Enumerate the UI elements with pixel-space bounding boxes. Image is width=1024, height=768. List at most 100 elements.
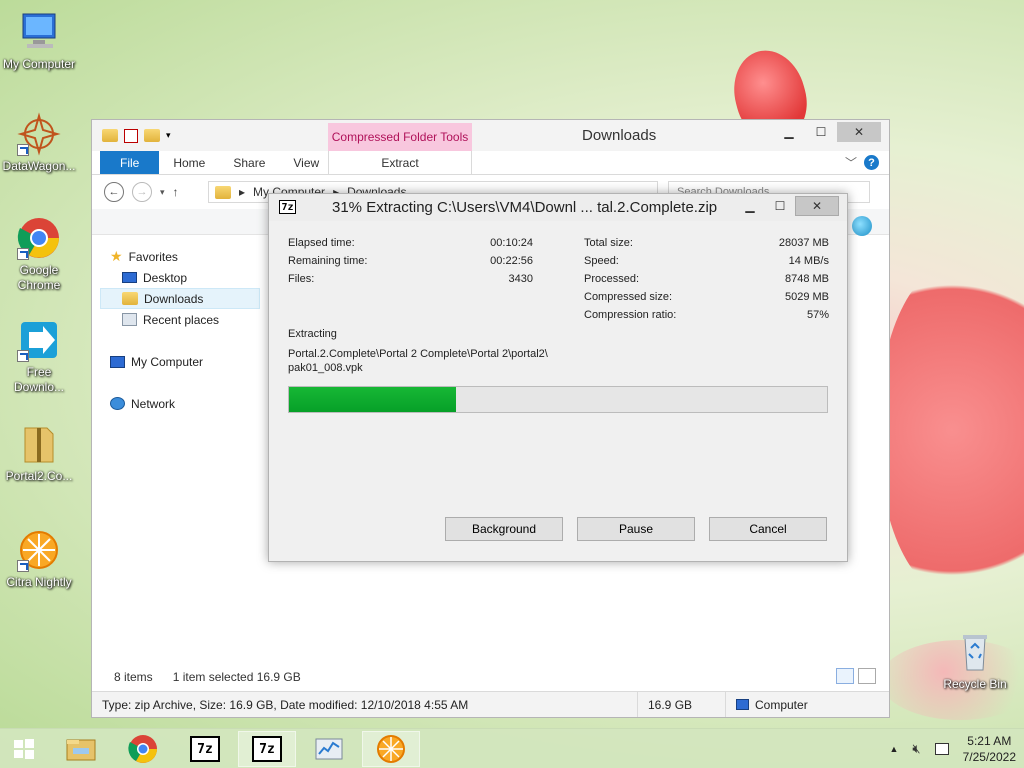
file-explorer-icon bbox=[66, 739, 96, 761]
start-button[interactable] bbox=[0, 731, 48, 767]
system-tray: ▲ 🔇︎ 5:21 AM 7/25/2022 bbox=[889, 729, 1016, 768]
forward-button[interactable]: → bbox=[132, 182, 152, 202]
maximize-button[interactable]: ☐ bbox=[805, 122, 837, 142]
stat-label: Elapsed time: bbox=[288, 237, 355, 249]
stat-label: Compression ratio: bbox=[584, 309, 677, 321]
nav-label: Desktop bbox=[143, 270, 188, 285]
stat-value: 5029 MB bbox=[784, 291, 829, 303]
nav-network[interactable]: Network bbox=[100, 393, 260, 414]
windows-logo-icon bbox=[14, 739, 34, 759]
desktop-icon-label: Recycle Bin bbox=[943, 677, 1007, 691]
current-file-path: Portal.2.Complete\Portal 2 Complete\Port… bbox=[288, 348, 548, 360]
dialog-titlebar[interactable]: 7z 31% Extracting C:\Users\VM4\Downl ...… bbox=[269, 194, 847, 221]
clock[interactable]: 5:21 AM 7/25/2022 bbox=[963, 733, 1016, 765]
taskbar-task-manager[interactable] bbox=[300, 731, 358, 767]
desktop-icon-label: Citra Nightly bbox=[6, 575, 72, 589]
nav-my-computer[interactable]: My Computer bbox=[100, 351, 260, 372]
pause-button[interactable]: Pause bbox=[577, 517, 695, 541]
folder-icon bbox=[215, 185, 231, 199]
close-button[interactable]: ✕ bbox=[795, 196, 839, 216]
explorer-titlebar[interactable]: ▾ Compressed Folder Tools Downloads ▁ ☐ … bbox=[92, 120, 889, 151]
back-button[interactable]: ← bbox=[104, 182, 124, 202]
stat-total-size: Total size: 28037 MB bbox=[584, 237, 829, 249]
extract-progress-dialog[interactable]: 7z 31% Extracting C:\Users\VM4\Downl ...… bbox=[268, 193, 848, 562]
context-tab-compressed-folder-tools[interactable]: Compressed Folder Tools bbox=[328, 123, 472, 151]
desktop-icon-citra-nightly[interactable]: Citra Nightly bbox=[0, 528, 78, 590]
file-size: 16.9 GB bbox=[638, 692, 726, 717]
expand-ribbon-icon[interactable]: ﹀ bbox=[845, 154, 857, 171]
nav-downloads[interactable]: Downloads bbox=[100, 288, 260, 309]
qat-dropdown-icon[interactable]: ▾ bbox=[166, 130, 171, 141]
desktop-icon-recycle-bin[interactable]: Recycle Bin bbox=[936, 630, 1014, 692]
clock-date: 7/25/2022 bbox=[962, 750, 1016, 764]
large-icons-view-icon[interactable] bbox=[858, 668, 876, 684]
stat-elapsed-time: Elapsed time: 00:10:24 bbox=[288, 237, 533, 249]
stat-value: 57% bbox=[806, 309, 829, 321]
7zip-icon: 7z bbox=[279, 200, 296, 214]
taskbar-google-chrome[interactable] bbox=[114, 731, 172, 767]
maximize-button[interactable]: ☐ bbox=[765, 196, 795, 216]
tab-share[interactable]: Share bbox=[219, 151, 279, 174]
desktop-icon-label: Portal2.Co... bbox=[5, 469, 73, 483]
chrome-icon bbox=[128, 735, 157, 763]
dialog-window-controls: ▁ ☐ ✕ bbox=[735, 196, 839, 216]
properties-icon[interactable] bbox=[124, 128, 138, 143]
up-button[interactable]: ↑ bbox=[173, 185, 179, 199]
taskbar-7zip-active[interactable]: 7z bbox=[238, 731, 296, 767]
downloads-folder-icon bbox=[122, 292, 138, 305]
folder-zip-icon bbox=[17, 422, 61, 466]
desktop-icon-google-chrome[interactable]: Google Chrome bbox=[0, 216, 78, 293]
navigation-pane: ★ Favorites Desktop Downloads Recent pla… bbox=[100, 246, 260, 414]
window-title: Downloads bbox=[582, 127, 657, 144]
desktop-icon-label: Free Downlo... bbox=[13, 365, 65, 394]
nav-label: Network bbox=[131, 396, 176, 411]
dialog-title: 31% Extracting C:\Users\VM4\Downl ... ta… bbox=[332, 199, 718, 216]
tab-view[interactable]: View bbox=[279, 151, 333, 174]
desktop-icon-my-computer[interactable]: My Computer bbox=[0, 10, 78, 72]
nav-favorites[interactable]: ★ Favorites bbox=[100, 246, 260, 267]
7zip-icon: 7z bbox=[190, 736, 220, 762]
new-folder-icon[interactable] bbox=[144, 129, 160, 142]
volume-muted-icon[interactable]: 🔇︎ bbox=[912, 741, 920, 757]
desktop-icon-label: DataWagon... bbox=[2, 159, 76, 173]
network-icon[interactable] bbox=[934, 743, 949, 755]
ribbon-tabs: File Home Share View Extract ﹀ ? bbox=[92, 151, 889, 175]
recycle-bin-icon bbox=[953, 630, 997, 674]
folder-icon[interactable] bbox=[102, 129, 118, 142]
taskbar-7zip[interactable]: 7z bbox=[176, 731, 234, 767]
7zip-icon: 7z bbox=[252, 736, 282, 762]
stat-label: Processed: bbox=[584, 273, 640, 285]
tab-home[interactable]: Home bbox=[159, 151, 219, 174]
details-status-bar: Type: zip Archive, Size: 16.9 GB, Date m… bbox=[92, 691, 889, 717]
taskbar: 7z 7z ▲ 🔇︎ 5:21 AM 7/25/2022 bbox=[0, 728, 1024, 768]
close-button[interactable]: ✕ bbox=[837, 122, 881, 142]
desktop-icon-portal2-folder[interactable]: Portal2.Co... bbox=[0, 422, 78, 484]
stat-value: 14 MB/s bbox=[788, 255, 829, 267]
taskbar-file-explorer[interactable] bbox=[52, 731, 110, 767]
stat-compression-ratio: Compression ratio: 57% bbox=[584, 309, 829, 321]
stat-label: Total size: bbox=[584, 237, 633, 249]
globe-icon[interactable] bbox=[852, 216, 872, 236]
recent-places-icon bbox=[122, 313, 137, 326]
minimize-button[interactable]: ▁ bbox=[773, 122, 805, 142]
nav-recent-places[interactable]: Recent places bbox=[100, 309, 260, 330]
cancel-button[interactable]: Cancel bbox=[709, 517, 827, 541]
taskbar-citra[interactable] bbox=[362, 731, 420, 767]
details-view-icon[interactable] bbox=[836, 668, 854, 684]
stat-label: Files: bbox=[288, 273, 315, 285]
citra-icon bbox=[17, 528, 61, 572]
desktop-icon-free-downloader[interactable]: Free Downlo... bbox=[0, 318, 78, 395]
show-hidden-icons-icon[interactable]: ▲ bbox=[889, 744, 898, 754]
help-icon[interactable]: ? bbox=[864, 155, 879, 170]
nav-desktop[interactable]: Desktop bbox=[100, 267, 260, 288]
network-icon bbox=[110, 397, 125, 410]
background-button[interactable]: Background bbox=[445, 517, 563, 541]
stat-value: 00:10:24 bbox=[490, 237, 533, 249]
tab-file[interactable]: File bbox=[100, 151, 160, 174]
minimize-button[interactable]: ▁ bbox=[735, 196, 765, 216]
stat-speed: Speed: 14 MB/s bbox=[584, 255, 829, 267]
dialog-body: Elapsed time: 00:10:24 Remaining time: 0… bbox=[275, 221, 841, 557]
recent-locations-icon[interactable]: ▾ bbox=[160, 187, 165, 198]
desktop-icon-datawagon[interactable]: DataWagon... bbox=[0, 112, 78, 174]
tab-extract[interactable]: Extract bbox=[328, 151, 472, 175]
